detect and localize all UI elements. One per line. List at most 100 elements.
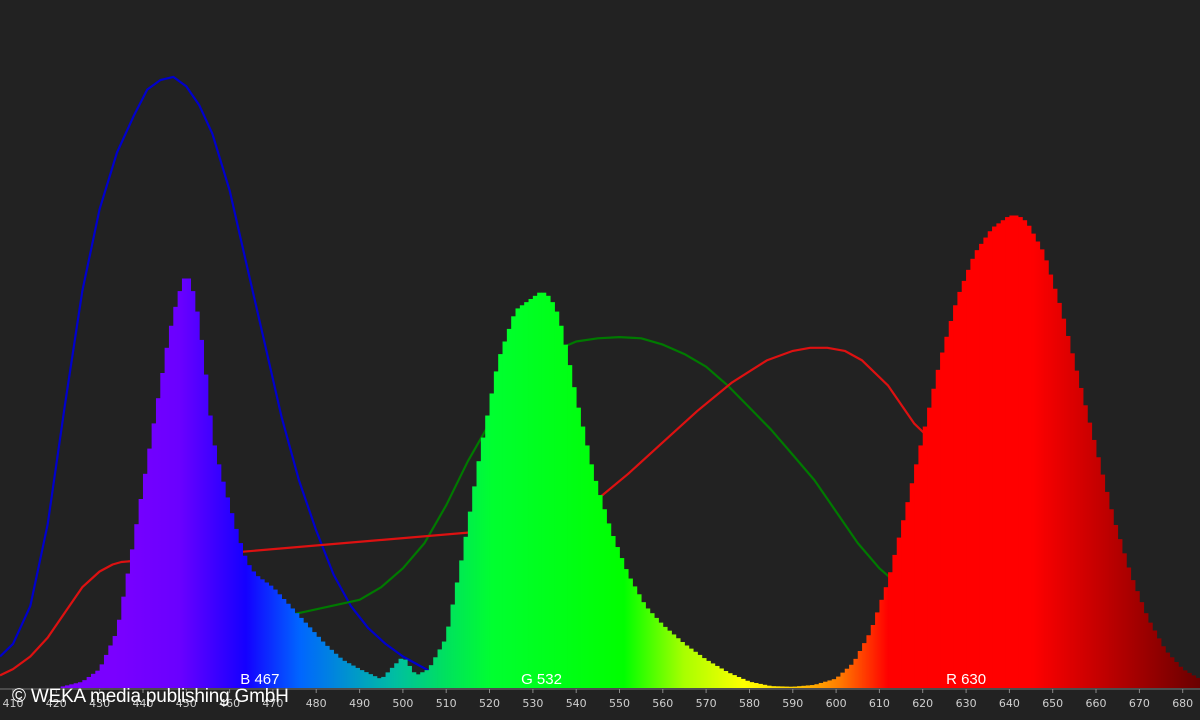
x-tick-label: 530 <box>522 697 543 710</box>
spectrum-bar <box>870 625 876 688</box>
spectrum-bar <box>324 645 330 688</box>
spectrum-bar <box>966 269 971 688</box>
spectrum-bar <box>346 663 352 688</box>
spectrum-bar <box>1022 220 1028 689</box>
spectrum-bar <box>905 502 911 688</box>
spectrum-bar <box>771 686 776 688</box>
spectrum-bar <box>983 237 989 689</box>
spectrum-bar <box>636 594 642 688</box>
copyright-notice: © WEKA media publishing GmbH <box>12 686 289 707</box>
spectrum-bar <box>571 387 577 688</box>
spectrum-bar <box>814 684 820 688</box>
spectrum-bar <box>576 407 581 688</box>
spectrum-bar <box>840 672 846 688</box>
spectrum-bar <box>1148 622 1153 688</box>
spectrum-bar <box>173 306 179 688</box>
spectrum-bar <box>489 393 495 688</box>
spectrum-bar <box>619 558 625 688</box>
spectrum-bar <box>160 373 166 688</box>
spectrum-bar <box>680 642 685 688</box>
spectrum-bar <box>827 680 833 688</box>
spectrum-bar <box>112 636 118 688</box>
spectrum-bar <box>671 634 677 688</box>
spectrum-bar <box>866 635 872 688</box>
spectrum-bar <box>974 250 980 688</box>
spectrum-bar <box>545 295 551 688</box>
spectrum-bar <box>732 675 737 689</box>
spectrum-bar <box>662 626 668 688</box>
spectrum-bar <box>121 596 127 688</box>
spectrum-bar <box>511 316 516 688</box>
spectrum-bar <box>359 670 365 688</box>
spectrum-bar <box>788 686 794 688</box>
spectrum-bar <box>584 445 590 688</box>
spectrum-bar <box>203 374 209 688</box>
spectrum-bar <box>1000 220 1006 689</box>
spectrum-bar <box>476 461 482 688</box>
spectrum-bar <box>1143 613 1149 688</box>
spectrum-bar <box>1057 302 1062 688</box>
spectrum-bar <box>142 473 148 688</box>
spectrum-bar <box>922 426 928 688</box>
spectrum-bar <box>1052 288 1058 688</box>
spectrum-bar <box>155 398 161 688</box>
spectrum-bar <box>615 547 620 688</box>
spectrum-bar <box>697 654 703 688</box>
spectrum-bar <box>710 663 716 688</box>
spectrum-bar <box>844 668 850 688</box>
spectrum-bar <box>593 480 599 688</box>
spectrum-bar <box>138 499 144 688</box>
x-tick-label: 500 <box>392 697 413 710</box>
spectrum-bar <box>506 328 512 688</box>
spectrum-bar <box>1065 335 1071 688</box>
spectrum-bar <box>567 365 573 688</box>
spectrum-bar <box>745 680 750 688</box>
spectrum-bar <box>103 654 109 688</box>
spectrum-bar <box>1161 646 1166 688</box>
spectrum-bar <box>931 388 937 688</box>
spectrum-bar <box>311 632 317 688</box>
spectrum-bar <box>727 673 733 688</box>
spectrum-bar <box>632 586 638 688</box>
spectrum-bar <box>1135 591 1140 688</box>
spectrum-bar <box>888 572 893 688</box>
spectrum-bar <box>957 291 963 688</box>
spectrum-bar <box>970 258 976 688</box>
spectrum-bar <box>199 339 205 688</box>
spectrum-bar <box>1109 509 1114 688</box>
spectrum-bar <box>801 685 807 688</box>
spectrum-bar <box>532 295 538 688</box>
spectrum-bar <box>836 676 841 688</box>
spectrum-bar <box>1078 387 1084 688</box>
spectrum-bar <box>186 278 192 688</box>
x-tick-label: 570 <box>696 697 717 710</box>
spectrum-bar <box>329 649 334 688</box>
spectrum-chart: 410 420 430 440 450 460 470 480 490 500 510 520 530 5… <box>0 0 1200 720</box>
spectrum-bar <box>914 464 919 688</box>
spectrum-bar <box>1005 217 1010 688</box>
spectrum-bar <box>177 291 183 688</box>
spectrum-bar <box>164 347 170 688</box>
spectrum-bar <box>658 622 664 688</box>
spectrum-bar <box>225 497 230 688</box>
x-tick-label: 560 <box>652 697 673 710</box>
spectrum-bar <box>563 344 568 688</box>
spectrum-bar <box>1104 491 1110 688</box>
spectrum-bar <box>1113 524 1119 688</box>
spectrum-bar <box>1100 474 1106 688</box>
spectrum-bar <box>472 486 477 688</box>
spectrum-bar <box>337 657 343 688</box>
x-tick-label: 640 <box>999 697 1020 710</box>
spectrum-bar <box>589 464 594 688</box>
spectrum-bar <box>901 520 906 688</box>
spectrum-bar <box>818 682 824 688</box>
spectrum-bar <box>944 336 950 688</box>
spectrum-bar <box>805 685 811 688</box>
spectrum-bar <box>1126 567 1132 688</box>
spectrum-bar <box>541 292 547 688</box>
spectrum-bar <box>233 528 239 688</box>
spectrum-bar <box>758 683 763 688</box>
spectrum-bar <box>368 674 373 688</box>
spectrum-bar <box>1195 677 1200 688</box>
spectrum-bar <box>684 645 690 689</box>
